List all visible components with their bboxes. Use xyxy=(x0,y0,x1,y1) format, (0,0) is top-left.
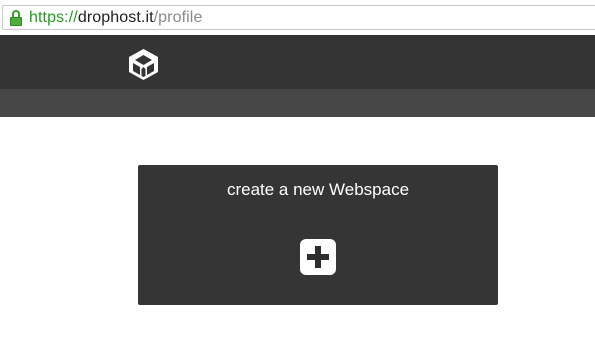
site-header xyxy=(0,35,595,89)
header-subbar xyxy=(0,89,595,117)
create-webspace-card[interactable]: create a new Webspace xyxy=(138,165,498,305)
drophost-logo-icon[interactable] xyxy=(127,48,160,81)
url-path: /profile xyxy=(153,8,203,26)
card-title: create a new Webspace xyxy=(226,180,410,199)
lock-icon[interactable] xyxy=(10,9,22,26)
url-field[interactable]: https://drophost.it/profile xyxy=(2,5,595,30)
url-host: drophost.it xyxy=(77,8,154,26)
url-text[interactable]: https://drophost.it/profile xyxy=(29,8,202,28)
plus-icon-vertical xyxy=(315,246,321,268)
add-webspace-button[interactable] xyxy=(300,239,336,275)
browser-address-bar: https://drophost.it/profile xyxy=(0,0,595,35)
url-scheme: https:// xyxy=(29,8,78,26)
